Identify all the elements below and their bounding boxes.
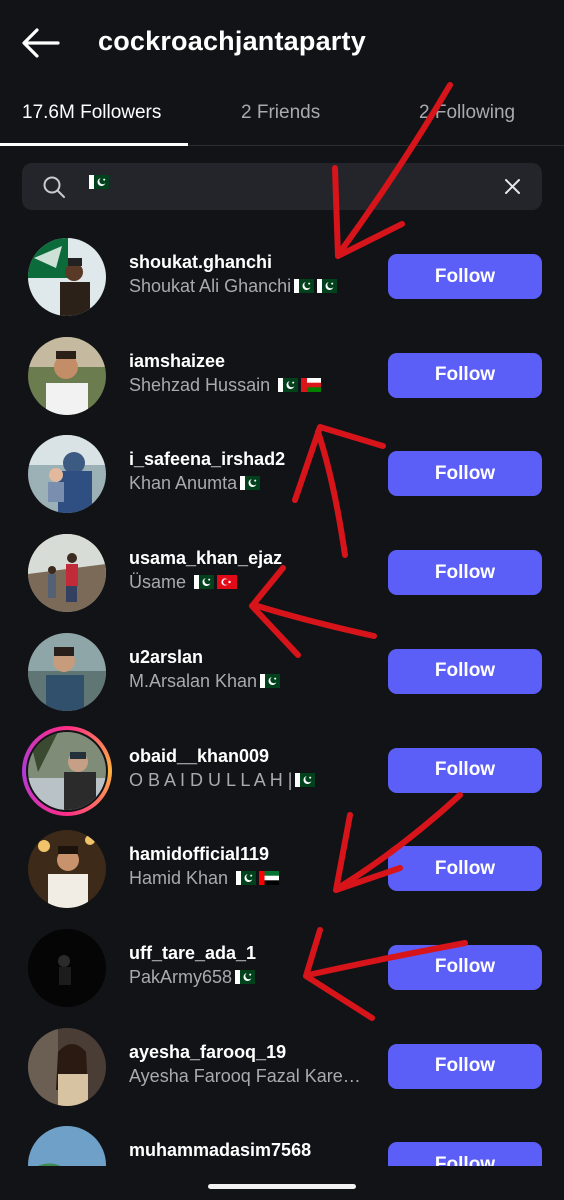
display-name: Hamid Khan <box>129 868 280 889</box>
tab-friends[interactable]: 2 Friends <box>241 102 320 124</box>
follow-button[interactable]: Follow <box>388 1043 542 1089</box>
tab-following[interactable]: 2 Following <box>419 102 515 124</box>
home-indicator[interactable] <box>208 1184 356 1189</box>
list-item[interactable]: muhammadasim7568Muhammad asimFollow <box>0 1116 564 1166</box>
active-tab-indicator <box>0 143 188 146</box>
username[interactable]: usama_khan_ejaz <box>129 548 282 569</box>
pakistan-flag-icon <box>295 772 316 787</box>
tab-followers[interactable]: 17.6M Followers <box>22 102 161 124</box>
username[interactable]: iamshaizee <box>129 351 225 372</box>
uae-flag-icon <box>259 871 280 886</box>
display-name-text: Shehzad Hussain <box>129 374 276 395</box>
bottom-safe-area <box>0 1166 564 1200</box>
avatar[interactable] <box>28 1126 106 1166</box>
display-name: O B A I D U L L A H | <box>129 769 316 791</box>
follow-button[interactable]: Follow <box>388 254 542 299</box>
list-item[interactable]: hamidofficial119 Hamid Khan Follow <box>0 820 564 919</box>
username[interactable]: shoukat.ghanchi <box>129 252 272 273</box>
avatar[interactable] <box>28 336 106 415</box>
username[interactable]: obaid__khan009 <box>129 746 269 767</box>
avatar[interactable] <box>28 830 106 909</box>
avatar[interactable] <box>28 238 106 316</box>
search-icon <box>43 176 65 198</box>
pakistan-flag-icon <box>89 175 109 189</box>
search-query-flag <box>86 175 109 193</box>
pakistan-flag-icon <box>278 377 299 392</box>
display-name: M.Arsalan Khan <box>129 670 281 692</box>
display-name-text: O B A I D U L L A H | <box>129 769 293 790</box>
username[interactable]: u2arslan <box>129 647 203 668</box>
display-name: Shoukat Ali Ghanchi <box>129 276 338 297</box>
display-name-text: Khan Anumta <box>129 473 238 494</box>
display-name-text: PakArmy658 <box>129 966 233 987</box>
username[interactable]: ayesha_farooq_19 <box>129 1042 286 1063</box>
list-item[interactable]: u2arslan M.Arsalan Khan Follow <box>0 623 564 722</box>
follow-button[interactable]: Follow <box>388 846 542 892</box>
username[interactable]: uff_tare_ada_1 <box>129 943 256 964</box>
back-arrow-icon[interactable] <box>20 26 60 60</box>
display-name: PakArmy658 <box>129 966 256 988</box>
list-item[interactable]: i_safeena_irshad2 Khan Anumta Follow <box>0 425 564 524</box>
display-name: Üsame <box>129 572 238 593</box>
display-name-text: Hamid Khan <box>129 868 234 889</box>
display-name: Khan Anumta <box>129 473 261 494</box>
pakistan-flag-icon <box>240 476 261 491</box>
close-icon[interactable] <box>503 177 522 196</box>
follow-button[interactable]: Follow <box>388 550 542 596</box>
display-name-text: Shoukat Ali Ghanchi <box>129 276 292 296</box>
avatar[interactable] <box>28 534 106 613</box>
follow-button[interactable]: Follow <box>388 451 542 497</box>
list-item[interactable]: iamshaizee Shehzad Hussain Follow <box>0 327 564 426</box>
top-bar: cockroachjantaparty <box>0 0 564 88</box>
display-name-text: M.Arsalan Khan <box>129 670 258 691</box>
pakistan-flag-icon <box>235 969 256 984</box>
pakistan-flag-icon <box>194 575 215 590</box>
followers-list[interactable]: shoukat.ghanchi Shoukat Ali Ghanchi Follow… <box>0 228 564 1166</box>
username[interactable]: hamidofficial119 <box>129 844 269 865</box>
follow-button[interactable]: Follow <box>388 747 542 793</box>
turkey-flag-icon <box>217 575 238 590</box>
list-item[interactable]: usama_khan_ejaz Üsame Follow <box>0 524 564 623</box>
username[interactable]: muhammadasim7568 <box>129 1140 311 1161</box>
pakistan-flag-icon <box>294 279 315 293</box>
oman-flag-icon <box>301 377 322 392</box>
pakistan-flag-icon <box>260 673 281 688</box>
avatar[interactable] <box>28 928 106 1007</box>
follow-button[interactable]: Follow <box>388 944 542 990</box>
follow-button[interactable]: Follow <box>388 1142 542 1166</box>
follow-button[interactable]: Follow <box>388 352 542 398</box>
pakistan-flag-icon <box>317 279 338 293</box>
username[interactable]: i_safeena_irshad2 <box>129 449 285 470</box>
display-name: Ayesha Farooq Fazal Kare… <box>129 1066 361 1087</box>
list-item[interactable]: ayesha_farooq_19 Ayesha Farooq Fazal Kare… <box>0 1018 564 1117</box>
avatar[interactable] <box>28 435 106 514</box>
tab-bar: 17.6M Followers 2 Friends 2 Following <box>0 88 564 146</box>
display-name-text: Ayesha Farooq Fazal Kare… <box>129 1065 361 1086</box>
list-item[interactable]: shoukat.ghanchi Shoukat Ali Ghanchi Follow <box>0 228 564 327</box>
display-name: Shehzad Hussain <box>129 374 322 396</box>
list-item[interactable]: obaid__khan009 O B A I D U L L A H | Follo… <box>0 722 564 821</box>
page-title: cockroachjantaparty <box>98 26 366 56</box>
avatar[interactable] <box>28 1027 106 1106</box>
avatar[interactable] <box>28 731 106 810</box>
display-name-text: Üsame <box>129 572 192 593</box>
list-item[interactable]: uff_tare_ada_1 PakArmy658 Follow <box>0 919 564 1018</box>
avatar[interactable] <box>28 632 106 711</box>
pakistan-flag-icon <box>236 871 257 886</box>
follow-button[interactable]: Follow <box>388 648 542 694</box>
search-input[interactable] <box>22 163 542 210</box>
